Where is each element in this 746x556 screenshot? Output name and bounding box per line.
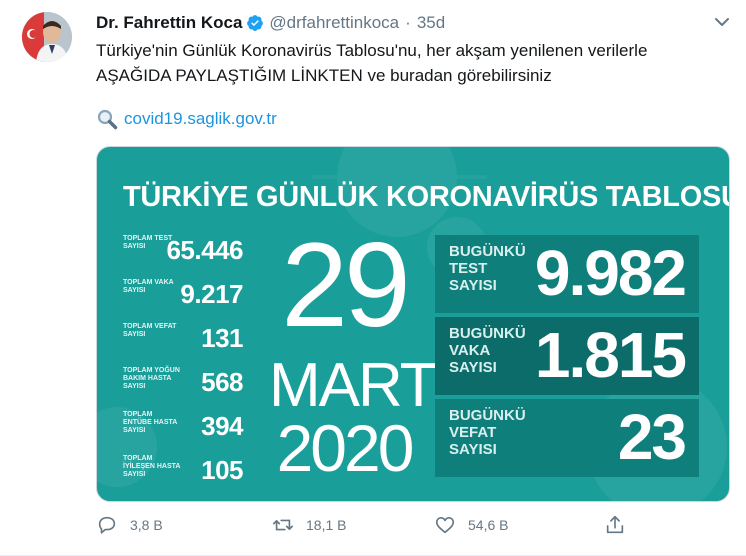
tweet-link-row: covid19.saglik.gov.tr — [96, 108, 277, 130]
stat-total-icu: TOPLAM YOĞUN BAKIM HASTA SAYISI 568 — [123, 367, 243, 401]
verified-badge-icon — [246, 14, 264, 32]
stat-value: 394 — [201, 411, 243, 441]
share-button[interactable] — [604, 514, 638, 536]
stat-value: 105 — [201, 455, 243, 485]
stat-label: TOPLAM İYİLEŞEN HASTA SAYISI — [123, 455, 181, 478]
stat-value: 568 — [201, 367, 243, 397]
like-button[interactable]: 54,6 B — [434, 514, 508, 536]
stat-label: TOPLAM VEFAT SAYISI — [123, 323, 177, 338]
stat-value: 131 — [201, 323, 243, 353]
stat-total-intubated: TOPLAM ENTÜBE HASTA SAYISI 394 — [123, 411, 243, 445]
stat-total-deaths: TOPLAM VEFAT SAYISI 131 — [123, 323, 243, 357]
today-deaths-box: BUGÜNKÜ VEFAT SAYISI 23 — [435, 399, 699, 477]
heart-icon — [435, 517, 455, 534]
tweet-timestamp[interactable]: 35d — [417, 13, 445, 33]
reply-icon — [98, 516, 116, 534]
stat-value: 9.217 — [180, 279, 243, 309]
today-label: BUGÜNKÜ VEFAT SAYISI — [449, 407, 526, 458]
today-value: 23 — [617, 401, 687, 473]
today-label: BUGÜNKÜ TEST SAYISI — [449, 243, 526, 294]
today-tests-box: BUGÜNKÜ TEST SAYISI 9.982 — [435, 235, 699, 313]
stat-total-cases: TOPLAM VAKA SAYISI 9.217 — [123, 279, 243, 313]
retweet-button[interactable]: 18,1 B — [272, 514, 346, 536]
tweet-header: Dr. Fahrettin Koca @drfahrettinkoca · 35… — [96, 12, 445, 34]
magnifying-glass-icon — [96, 108, 118, 130]
tweet-actions: 3,8 B 18,1 B 54,6 B — [96, 514, 636, 540]
stat-value: 65.446 — [166, 235, 243, 265]
share-icon — [606, 515, 624, 534]
chevron-down-icon[interactable] — [712, 12, 732, 32]
card-title: TÜRKİYE GÜNLÜK KORONAVİRÜS TABLOSU — [123, 181, 730, 213]
stat-total-tests: TOPLAM TEST SAYISI 65.446 — [123, 235, 243, 269]
like-count: 54,6 B — [468, 517, 509, 533]
date-year: 2020 — [276, 411, 415, 485]
today-cases-box: BUGÜNKÜ VAKA SAYISI 1.815 — [435, 317, 699, 395]
tweet-text-line: AŞAĞIDA PAYLAŞTIĞIM LİNKTEN ve buradan g… — [96, 66, 552, 85]
date-day: 29 — [281, 218, 410, 352]
date-month: MART — [269, 351, 438, 420]
tweet-link[interactable]: covid19.saglik.gov.tr — [124, 109, 277, 129]
author-handle[interactable]: @drfahrettinkoca — [269, 13, 399, 33]
today-value: 9.982 — [534, 237, 687, 309]
reply-count: 3,8 B — [130, 517, 163, 533]
separator-dot: · — [405, 13, 411, 32]
avatar[interactable] — [22, 12, 72, 62]
reply-button[interactable]: 3,8 B — [96, 514, 163, 536]
tweet-text-line: Türkiye'nin Günlük Koronavirüs Tablosu'n… — [96, 41, 648, 60]
media-image[interactable]: TÜRKİYE GÜNLÜK KORONAVİRÜS TABLOSU TOPLA… — [96, 146, 730, 502]
stat-total-recovered: TOPLAM İYİLEŞEN HASTA SAYISI 105 — [123, 455, 243, 489]
tweet-text: Türkiye'nin Günlük Koronavirüs Tablosu'n… — [96, 38, 716, 88]
author-name[interactable]: Dr. Fahrettin Koca — [96, 13, 242, 33]
stat-label: TOPLAM VAKA SAYISI — [123, 279, 174, 294]
stat-label: TOPLAM ENTÜBE HASTA SAYISI — [123, 411, 178, 434]
retweet-count: 18,1 B — [306, 517, 347, 533]
today-value: 1.815 — [534, 319, 687, 391]
stat-label: TOPLAM YOĞUN BAKIM HASTA SAYISI — [123, 367, 180, 390]
today-label: BUGÜNKÜ VAKA SAYISI — [449, 325, 526, 376]
tweet[interactable]: Dr. Fahrettin Koca @drfahrettinkoca · 35… — [0, 0, 746, 556]
retweet-icon — [273, 519, 293, 531]
